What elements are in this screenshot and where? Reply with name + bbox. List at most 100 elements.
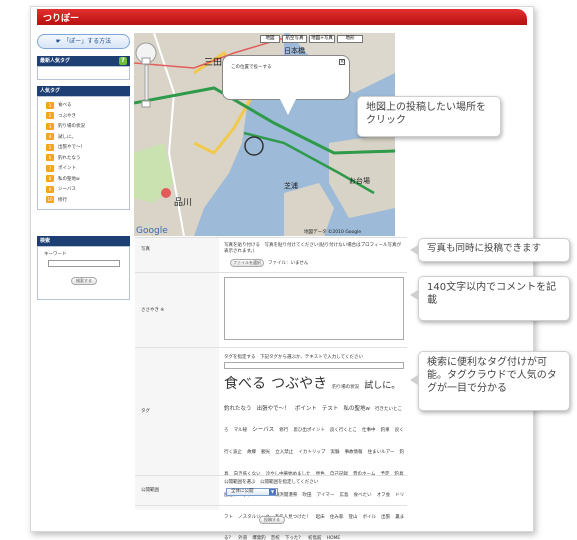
- sidebar-tag-item[interactable]: 8 私の聖地w: [38, 174, 129, 185]
- tag-cloud-item[interactable]: 実験: [330, 450, 339, 455]
- tag-cloud-item[interactable]: 住まいルアー: [368, 450, 395, 455]
- tag-hint: タグを指定する 下記タグから選ぶか、テキストで入力してください: [224, 355, 364, 360]
- visibility-select[interactable]: 全体に公開 ▼: [226, 488, 278, 496]
- photo-label: 写真: [141, 247, 150, 252]
- tag-cloud-item[interactable]: 釣れたなう: [224, 406, 252, 412]
- tag-cloud-item[interactable]: HOME: [327, 536, 341, 540]
- sidebar-tag-label: 食べる: [58, 103, 72, 109]
- tag-cloud-item[interactable]: 広島: [340, 493, 349, 498]
- tag-cloud-item[interactable]: 音校: [271, 536, 280, 540]
- tag-label: タグ: [141, 409, 150, 414]
- tag-cloud-item[interactable]: 良く行くとこ: [330, 428, 357, 433]
- tag-cloud-item[interactable]: 仕事中: [362, 428, 376, 433]
- sidebar-tag-item[interactable]: 6 釣れたなう: [38, 153, 129, 164]
- tag-cloud-item[interactable]: 吹田: [303, 493, 312, 498]
- tag-cloud-item[interactable]: 住み家: [330, 515, 344, 520]
- sidebar-tag-label: シーバス: [58, 187, 76, 193]
- submit-button[interactable]: 投稿する: [259, 516, 285, 524]
- tag-list: 1 食べる 2 つぶやき 3 釣り場の状況 4 試しに。 5 出張やで～！ 6 釣れたなう 7 ポイント 8…: [37, 96, 130, 210]
- map-footer: 地図データ ©2010 Google: [304, 228, 361, 235]
- keyword-input[interactable]: [48, 260, 120, 267]
- callout-comment: 140文字以内でコメントを記載: [418, 276, 570, 321]
- tag-cloud-item[interactable]: 観光: [261, 450, 270, 455]
- tag-cloud-item[interactable]: 出張: [381, 515, 390, 520]
- tag-cloud-item[interactable]: シーバス: [252, 427, 274, 433]
- sidebar-tag-item[interactable]: 5 出張やで～！: [38, 142, 129, 153]
- tag-cloud-item[interactable]: ボイル: [363, 515, 377, 520]
- photo-note: 写真を貼り付ける 写真を貼り付けてください(貼り付けない場合はプロフィール写真が…: [224, 243, 402, 254]
- sidebar-tag-item[interactable]: 10 修行: [38, 195, 129, 206]
- tag-cloud-item[interactable]: 初島館: [308, 536, 322, 540]
- comment-label: ささやき ※: [141, 308, 165, 313]
- tag-rank-badge: 6: [46, 154, 54, 162]
- tag-cloud-item[interactable]: マル秘: [234, 428, 248, 433]
- sidebar-tag-item[interactable]: 9 シーバス: [38, 184, 129, 195]
- sidebar-tag-label: 試しに。: [58, 134, 76, 140]
- tag-cloud-item[interactable]: ポイント: [295, 406, 317, 412]
- visibility-value: 全体に公開: [231, 489, 254, 494]
- tag-cloud-item[interactable]: 登山: [348, 515, 357, 520]
- tag-cloud-item[interactable]: 下った？: [285, 536, 303, 540]
- tag-cloud-item[interactable]: 食べたい: [354, 493, 372, 498]
- popular-tags-box: 人気タグ 1 食べる 2 つぶやき 3 釣り場の状況 4 試しに。 5 出張やで～！ 6 釣れたなう 7…: [37, 86, 130, 210]
- tag-cloud-item[interactable]: 釣果: [381, 428, 390, 433]
- tag-cloud-item[interactable]: 起床: [316, 515, 325, 520]
- tag-cloud-item[interactable]: 私の聖地w: [343, 406, 370, 412]
- tag-rank-badge: 2: [46, 112, 54, 120]
- tag-cloud-item[interactable]: 出張やで～！: [257, 406, 290, 412]
- help-icon[interactable]: ?: [119, 57, 127, 65]
- callout-photo: 写真も同時に投稿できます: [418, 238, 570, 262]
- tag-cloud-item[interactable]: 事故情報: [345, 450, 363, 455]
- sidebar-tag-label: ポイント: [58, 166, 76, 172]
- map-info-window: この位置で投ーする ×: [222, 55, 350, 100]
- tag-cloud-item[interactable]: 立入禁止: [275, 450, 293, 455]
- google-logo: Google: [136, 226, 168, 236]
- sidebar-tag-item[interactable]: 7 ポイント: [38, 163, 129, 174]
- tag-rank-badge: 7: [46, 164, 54, 172]
- howto-label: 「ぽー」する方法: [63, 38, 112, 45]
- tag-cloud-item[interactable]: 横浜開港祭: [275, 493, 298, 498]
- sidebar-tag-item[interactable]: 1 食べる: [38, 100, 129, 111]
- tag-cloud: 食べる つぶやき 釣り場の状況 試しに。 釣れたなう 出張やで～！ ポイント テ…: [224, 372, 406, 540]
- sidebar-tag-label: 出張やで～！: [58, 145, 85, 151]
- tag-cloud-item[interactable]: 思ひ出ポイント: [293, 428, 325, 433]
- tag-cloud-item[interactable]: テスト: [322, 406, 339, 412]
- tag-cloud-item[interactable]: つぶやき: [271, 376, 327, 392]
- tag-cloud-item[interactable]: イカトリップ: [298, 450, 325, 455]
- close-icon[interactable]: ×: [339, 59, 345, 65]
- tag-cloud-item[interactable]: 外道: [238, 536, 247, 540]
- tag-cloud-item[interactable]: 試しに。: [364, 381, 400, 391]
- maptype-hybrid[interactable]: 地図+写真: [309, 35, 335, 43]
- search-title: 検索: [40, 238, 51, 244]
- tag-cloud-item[interactable]: 食べる: [224, 376, 266, 392]
- sidebar-tag-item[interactable]: 2 つぶやき: [38, 111, 129, 122]
- tag-rank-badge: 8: [46, 175, 54, 183]
- maptype-map[interactable]: 地図: [260, 35, 280, 43]
- map-label-nihonbashi: 日本橋: [284, 46, 305, 55]
- map-label-mita: 三田: [204, 57, 222, 68]
- tag-cloud-item[interactable]: 釣り場の状況: [332, 385, 359, 390]
- search-button[interactable]: 検索する: [71, 277, 97, 285]
- form-label-column: [135, 237, 219, 510]
- tag-cloud-item[interactable]: 爆発釣: [252, 536, 266, 540]
- tag-cloud-item[interactable]: アイマー: [317, 493, 335, 498]
- tag-input[interactable]: [224, 362, 404, 369]
- keyword-label: キーワード: [44, 252, 67, 257]
- site-title: つりぽー: [43, 14, 80, 24]
- sidebar-tag-item[interactable]: 4 試しに。: [38, 132, 129, 143]
- sidebar-tag-item[interactable]: 3 釣り場の状況: [38, 121, 129, 132]
- file-select-button[interactable]: ファイルを選択: [230, 259, 264, 267]
- tag-cloud-item[interactable]: オフ会: [377, 493, 391, 498]
- site-header: つりぽー: [37, 9, 527, 25]
- tag-cloud-item[interactable]: 修行: [279, 428, 288, 433]
- maptype-terrain[interactable]: 地形: [337, 35, 363, 43]
- visibility-hint: 公開範囲を選ぶ 公開範囲を指定してください: [224, 480, 319, 485]
- comment-textarea[interactable]: [224, 277, 404, 340]
- tag-rank-badge: 10: [46, 196, 54, 204]
- popular-fish-title: 最新人気タグ: [40, 58, 71, 64]
- maptype-aerial[interactable]: 航空写真: [282, 35, 307, 43]
- tag-rank-badge: 9: [46, 185, 54, 193]
- howto-button[interactable]: ☛ 「ぽー」する方法: [37, 34, 130, 49]
- sidebar-tag-label: 私の聖地w: [58, 176, 80, 182]
- tag-cloud-item[interactable]: 故郷: [247, 450, 256, 455]
